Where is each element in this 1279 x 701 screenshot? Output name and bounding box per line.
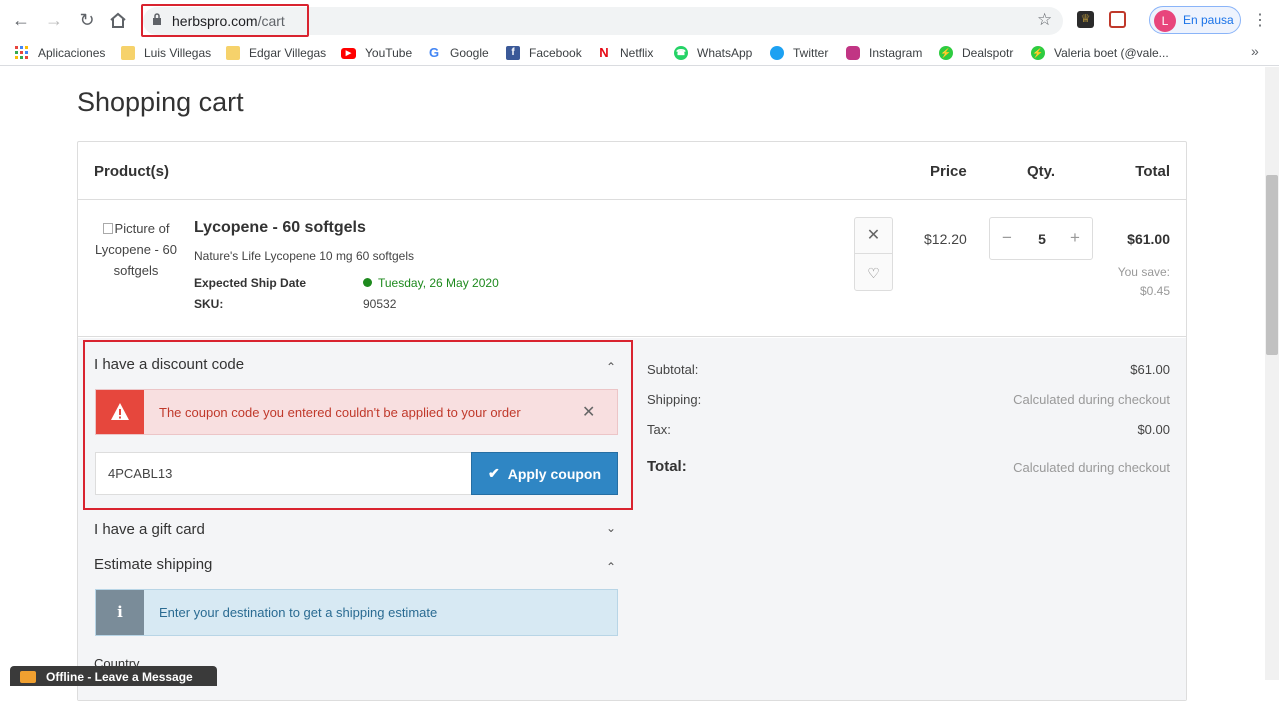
coupon-error-message: The coupon code you entered couldn't be … [159,405,521,420]
shipping-value: Calculated during checkout [1013,392,1170,407]
close-icon[interactable]: ✕ [582,402,595,422]
subtotal-value: $61.00 [1130,362,1170,377]
browser-toolbar: ← → ↻ herbspro.com/cart ☆ ♕ L En pausa ⋮ [0,0,1279,40]
warning-icon [96,390,144,434]
google-icon: G [428,45,440,60]
tax-label: Tax: [647,422,671,437]
profile-button[interactable]: L En pausa [1149,6,1241,34]
total-value: Calculated during checkout [1013,460,1170,475]
plus-icon[interactable]: + [1064,228,1086,248]
whatsapp-icon: ☎ [674,46,688,60]
home-icon[interactable] [107,9,129,31]
product-description: Nature's Life Lycopene 10 mg 60 softgels [194,249,414,263]
ship-date-value: Tuesday, 26 May 2020 [363,276,499,290]
crown-extension-icon[interactable]: ♕ [1077,11,1094,28]
bookmark-item[interactable]: ⚡ Valeria boet (@vale... [1031,44,1169,62]
bookmark-item[interactable]: G Google [427,44,489,62]
subtotal-label: Subtotal: [647,362,699,377]
back-arrow-icon[interactable]: ← [10,9,32,31]
header-total: Total [1135,163,1170,180]
bookmark-item[interactable]: Aplicaciones [15,44,105,62]
bookmark-item[interactable]: ⚡ Dealspotr [939,44,1013,62]
ship-date-label: Expected Ship Date [194,276,307,290]
live-chat-tab[interactable]: Offline - Leave a Message [10,666,217,686]
checkmark-icon: ✔ [487,465,500,481]
shipping-label: Shipping: [647,392,702,407]
product-image[interactable]: Picture of Lycopene - 60 softgels [94,218,178,281]
forward-arrow-icon[interactable]: → [43,9,65,31]
quantity-value[interactable]: 5 [1030,231,1054,247]
facebook-icon: f [506,46,520,60]
chevron-up-icon[interactable]: ⌃ [606,560,616,574]
reload-icon[interactable]: ↻ [76,9,98,31]
bookmark-item[interactable]: Twitter [770,44,828,62]
chevron-down-icon[interactable]: ⌄ [606,521,616,535]
bookmark-item[interactable]: N Netflix [597,44,653,62]
in-stock-dot-icon [363,278,372,287]
pocket-extension-icon[interactable] [1109,11,1126,28]
scrollbar-thumb[interactable] [1266,175,1278,355]
folder-icon [121,46,135,60]
line-total: $61.00 [1127,231,1170,247]
page-content: Shopping cart Product(s) Price Qty. Tota… [0,67,1265,701]
chevron-up-icon[interactable]: ⌃ [606,360,616,374]
heart-icon[interactable]: ♡ [855,255,892,291]
header-price: Price [930,163,967,180]
coupon-error-alert: The coupon code you entered couldn't be … [95,389,618,435]
bookmarks-overflow-icon[interactable]: » [1251,43,1259,59]
discount-toggle[interactable]: I have a discount code [94,356,244,373]
bolt-icon: ⚡ [939,46,953,60]
twitter-icon [770,46,784,60]
you-save-amount: $0.45 [1139,284,1170,298]
coupon-code-input[interactable]: 4PCABL13 [95,452,472,495]
info-icon: i [96,590,144,635]
profile-status: En pausa [1183,13,1234,27]
chat-icon [20,671,36,683]
unit-price: $12.20 [924,231,967,247]
bookmark-item[interactable]: ▶ YouTube [341,44,412,62]
bolt-icon: ⚡ [1031,46,1045,60]
minus-icon[interactable]: − [996,228,1018,248]
estimate-shipping-toggle[interactable]: Estimate shipping [94,556,212,573]
remove-item-icon[interactable]: ✕ [855,218,892,254]
shipping-info-alert: i Enter your destination to get a shippi… [95,589,618,636]
broken-image-icon [102,223,113,234]
page-title: Shopping cart [77,87,244,117]
gift-card-toggle[interactable]: I have a gift card [94,521,205,538]
sku-value: 90532 [363,297,397,311]
apply-coupon-button[interactable]: ✔ Apply coupon [471,452,618,495]
browser-menu-icon[interactable]: ⋮ [1252,10,1268,30]
bookmark-item[interactable]: ☎ WhatsApp [674,44,752,62]
bookmark-item[interactable]: Luis Villegas [121,44,211,62]
cart-table: Product(s) Price Qty. Total Picture of L… [77,141,1187,701]
quantity-stepper[interactable]: − 5 + [989,217,1093,260]
apps-grid-icon [15,46,29,60]
avatar: L [1154,10,1176,32]
bookmarks-bar: Aplicaciones Luis Villegas Edgar Villega… [0,40,1279,66]
tax-value: $0.00 [1137,422,1170,437]
cart-footer: I have a discount code ⌃ The coupon code… [78,338,1186,700]
lock-icon [153,13,161,25]
cart-header-row: Product(s) Price Qty. Total [78,142,1186,200]
product-name-link[interactable]: Lycopene - 60 softgels [194,219,366,237]
instagram-icon [846,46,860,60]
bookmark-item[interactable]: Edgar Villegas [226,44,326,62]
url-text[interactable]: herbspro.com/cart [172,13,285,29]
header-qty: Qty. [1027,163,1056,180]
bookmark-star-icon[interactable]: ☆ [1037,10,1052,30]
you-save-label: You save: [1117,265,1170,279]
netflix-icon: N [599,45,609,60]
youtube-icon: ▶ [341,47,356,59]
cart-item-row: Picture of Lycopene - 60 softgels Lycope… [78,200,1186,337]
total-label: Total: [647,458,687,475]
sku-label: SKU: [194,297,224,311]
folder-icon [226,46,240,60]
header-product: Product(s) [94,163,169,180]
bookmark-item[interactable]: Instagram [846,44,922,62]
bookmark-item[interactable]: f Facebook [506,44,582,62]
item-actions: ✕ ♡ [854,217,893,291]
shipping-info-message: Enter your destination to get a shipping… [159,605,438,620]
page-scrollbar[interactable] [1265,67,1279,680]
